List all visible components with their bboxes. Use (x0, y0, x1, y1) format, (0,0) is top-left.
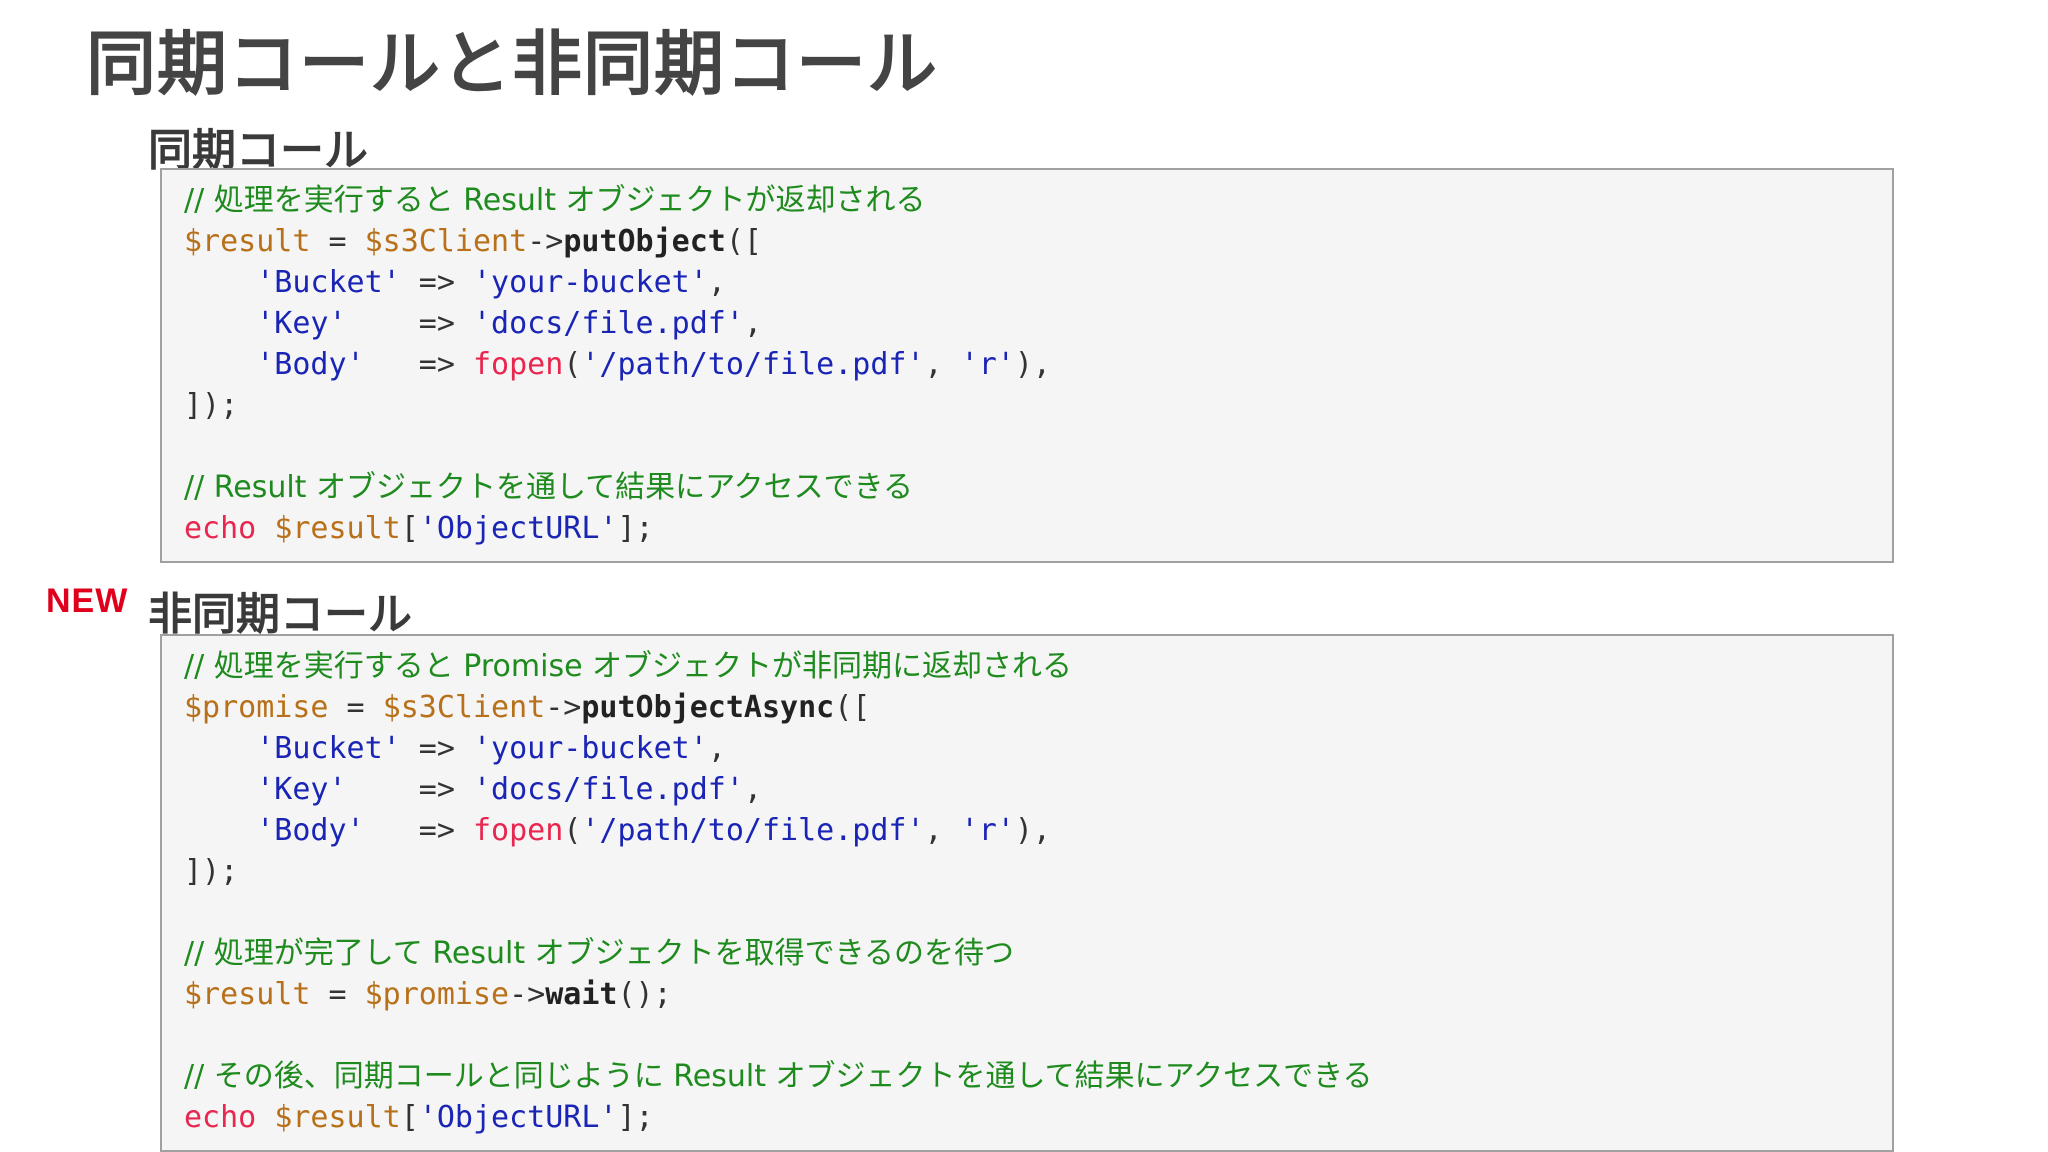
code-token: [ (400, 511, 419, 546)
code-token: => (400, 731, 473, 766)
code-token: $result (274, 1100, 401, 1135)
code-line-call: $result = $s3Client->putObject([ (184, 221, 1892, 262)
code-token: 'docs/file.pdf' (473, 772, 744, 807)
code-token: , (707, 265, 726, 300)
code-token: [ (400, 1100, 419, 1135)
code-token: -> (509, 977, 546, 1012)
code-line-bucket: 'Bucket' => 'your-bucket', (184, 262, 1892, 303)
code-token: -> (527, 224, 564, 259)
code-token: (); (617, 977, 672, 1012)
code-token: ( (563, 347, 582, 382)
code-token: , (743, 772, 762, 807)
code-token: => (364, 347, 473, 382)
code-line-echo: echo $result['ObjectURL']; (184, 508, 1892, 549)
code-token: 'ObjectURL' (418, 511, 618, 546)
code-token: 'Key' (256, 306, 347, 341)
code-token: echo (184, 1100, 257, 1135)
code-comment: // Result オブジェクトを通して結果にアクセスできる (184, 470, 913, 505)
code-line-call: $promise = $s3Client->putObjectAsync([ (184, 687, 1892, 728)
code-line-body: 'Body' => fopen('/path/to/file.pdf', 'r'… (184, 344, 1892, 385)
code-token: ( (563, 813, 582, 848)
code-line-body: 'Body' => fopen('/path/to/file.pdf', 'r'… (184, 810, 1892, 851)
code-token: $s3Client (382, 690, 546, 725)
code-token: '/path/to/file.pdf' (581, 813, 925, 848)
code-token: $result (274, 511, 401, 546)
code-token: 'Body' (256, 813, 365, 848)
code-line-close: ]); (184, 388, 239, 423)
code-line-wait: $result = $promise->wait(); (184, 974, 1892, 1015)
code-token: = (310, 977, 365, 1012)
code-token: 'your-bucket' (473, 265, 708, 300)
code-token: 'your-bucket' (473, 731, 708, 766)
slide-title: 同期コールと非同期コール (86, 23, 938, 105)
code-token: , (707, 731, 726, 766)
code-comment: // 処理を実行すると Promise オブジェクトが非同期に返却される (184, 649, 1073, 684)
code-token: ), (1014, 813, 1051, 848)
code-token: -> (545, 690, 582, 725)
code-token: wait (545, 977, 618, 1012)
code-token: $promise (364, 977, 510, 1012)
code-token: echo (184, 511, 257, 546)
code-line-echo: echo $result['ObjectURL']; (184, 1097, 1892, 1138)
code-token: ]; (617, 511, 654, 546)
code-comment: // その後、同期コールと同じように Result オブジェクトを通して結果にア… (184, 1059, 1373, 1094)
code-token: fopen (473, 347, 564, 382)
code-line-key: 'Key' => 'docs/file.pdf', (184, 303, 1892, 344)
code-token: 'Body' (256, 347, 365, 382)
code-line-bucket: 'Bucket' => 'your-bucket', (184, 728, 1892, 769)
code-token: ([ (834, 690, 871, 725)
code-token: 'Bucket' (256, 265, 401, 300)
code-token: $result (184, 224, 311, 259)
code-token: putObject (563, 224, 726, 259)
code-token: ([ (725, 224, 762, 259)
code-line-key: 'Key' => 'docs/file.pdf', (184, 769, 1892, 810)
sync-code-block: // 処理を実行すると Result オブジェクトが返却される $result … (160, 168, 1894, 563)
async-heading: 非同期コール (148, 589, 412, 640)
code-token: , (924, 347, 961, 382)
code-token: , (743, 306, 762, 341)
code-token: = (310, 224, 365, 259)
code-token: 'docs/file.pdf' (473, 306, 744, 341)
code-token: => (364, 813, 473, 848)
code-token: => (400, 265, 473, 300)
code-token: ]; (617, 1100, 654, 1135)
code-comment: // 処理を実行すると Result オブジェクトが返却される (184, 183, 926, 218)
code-token: 'r' (960, 813, 1015, 848)
code-token: $s3Client (364, 224, 528, 259)
new-badge: NEW (46, 582, 129, 620)
code-token: => (346, 772, 473, 807)
code-token: '/path/to/file.pdf' (581, 347, 925, 382)
code-token: , (924, 813, 961, 848)
code-token: 'Bucket' (256, 731, 401, 766)
code-token: fopen (473, 813, 564, 848)
code-token: 'ObjectURL' (418, 1100, 618, 1135)
code-comment: // 処理が完了して Result オブジェクトを取得できるのを待つ (184, 936, 1015, 971)
code-token: ), (1014, 347, 1051, 382)
async-code-block: // 処理を実行すると Promise オブジェクトが非同期に返却される $pr… (160, 634, 1894, 1152)
code-line-close: ]); (184, 854, 239, 889)
code-token: 'r' (960, 347, 1015, 382)
code-token: $promise (184, 690, 329, 725)
code-token: 'Key' (256, 772, 347, 807)
code-token: putObjectAsync (581, 690, 835, 725)
code-token: $result (184, 977, 311, 1012)
code-token: = (328, 690, 383, 725)
code-token: => (346, 306, 473, 341)
